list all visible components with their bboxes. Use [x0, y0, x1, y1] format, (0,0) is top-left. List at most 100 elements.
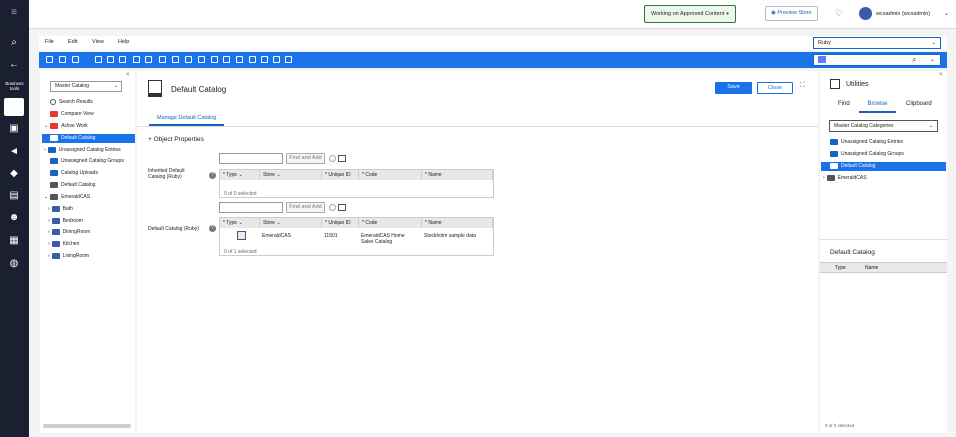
preview-store-button[interactable]: ◉ Preview Store	[765, 6, 818, 21]
table-icon[interactable]	[338, 204, 346, 211]
col-unique-id[interactable]: * Unique ID	[322, 218, 359, 228]
section-header[interactable]: + Object Properties	[148, 136, 204, 143]
heart-icon[interactable]: ♡	[835, 8, 843, 19]
col-type[interactable]: Type	[835, 265, 846, 271]
close-button[interactable]: Close	[757, 82, 793, 94]
col-code[interactable]: * Code	[359, 170, 422, 180]
tree-search-results[interactable]: Search Results	[50, 98, 93, 107]
catalog-tool-icon[interactable]	[4, 98, 24, 116]
calendar-icon[interactable]	[172, 56, 179, 63]
chevron-down-icon: ⌄	[44, 194, 49, 200]
copy-icon[interactable]	[107, 56, 114, 63]
grid-icon[interactable]	[261, 56, 268, 63]
folder-icon	[50, 157, 58, 164]
megaphone-icon[interactable]: ◄	[6, 145, 22, 159]
user-name[interactable]: wcsadmin (wcsadmin)	[876, 11, 930, 17]
tree-compare-view[interactable]: Compare View	[50, 110, 94, 119]
back-arrow-icon[interactable]: ←	[6, 58, 22, 72]
tree-default-catalog-selected[interactable]: Default Catalog	[42, 134, 135, 143]
menu-edit[interactable]: Edit	[68, 39, 77, 45]
clipboard-icon[interactable]: ▣	[6, 122, 22, 136]
panel-icon[interactable]	[285, 56, 292, 63]
toolbar-search-input[interactable]: ⌕ ⌄	[813, 54, 941, 66]
menu-file[interactable]: File	[45, 39, 54, 45]
menu-view[interactable]: View	[92, 39, 104, 45]
back-icon[interactable]	[46, 56, 53, 63]
browse-item-emeraldcas[interactable]: › EmeraldCAS	[823, 174, 867, 183]
find-input-2[interactable]	[219, 202, 283, 213]
add-icon[interactable]	[329, 204, 336, 211]
grid-footer: 0 of 1 selected	[224, 249, 257, 255]
col-store[interactable]: Store ⌄	[260, 170, 322, 180]
globe-icon[interactable]	[145, 56, 152, 63]
table-icon[interactable]	[338, 155, 346, 162]
tree-catalog-uploads[interactable]: Catalog Uploads	[50, 169, 98, 178]
store-icon[interactable]: ▦	[6, 234, 22, 248]
target-icon[interactable]	[133, 56, 140, 63]
close-icon[interactable]: ×	[939, 72, 943, 78]
help-icon[interactable]: ?	[209, 225, 216, 232]
tab-manage-default-catalog[interactable]: Manage Default Catalog	[149, 111, 225, 126]
chevron-down-icon[interactable]: ⌄	[930, 56, 935, 63]
edit-icon[interactable]	[236, 56, 243, 63]
new-icon[interactable]	[72, 56, 79, 63]
help-icon[interactable]: ?	[209, 172, 216, 179]
filter-icon[interactable]	[185, 56, 192, 63]
forward-icon[interactable]	[59, 56, 66, 63]
globe-icon[interactable]: ◍	[6, 257, 22, 271]
col-name[interactable]: Name	[865, 265, 878, 271]
save-icon[interactable]	[95, 56, 102, 63]
col-type[interactable]: * Type ⌄	[220, 170, 260, 180]
tag-icon[interactable]: ◆	[6, 167, 22, 181]
store-select[interactable]: Ruby ⌄	[813, 37, 941, 49]
find-and-add-button-2[interactable]: Find and Add	[286, 202, 325, 213]
tree-bath[interactable]: › Bath	[48, 205, 73, 214]
save-button[interactable]: Save	[715, 82, 752, 94]
menu-help[interactable]: Help	[118, 39, 129, 45]
tree-bedroom[interactable]: › Bedroom	[48, 217, 83, 226]
tree-diningroom[interactable]: › DiningRoom	[48, 228, 90, 237]
working-status-badge[interactable]: Working on Approved Content ●	[644, 5, 737, 23]
tree-unassigned-groups[interactable]: Unassigned Catalog Groups	[50, 157, 124, 166]
browse-select[interactable]: Master Catalog Categories ⌄	[829, 120, 938, 132]
browse-item-unassigned-entries[interactable]: Unassigned Catalog Entries	[830, 138, 903, 147]
col-name[interactable]: * Name	[422, 218, 493, 228]
tab-find[interactable]: Find	[838, 101, 850, 107]
document-icon[interactable]: ▤	[6, 189, 22, 203]
zoom-icon[interactable]	[223, 56, 230, 63]
tab-browse[interactable]: Browse	[859, 98, 896, 113]
find-and-add-button-1[interactable]: Find and Add	[286, 153, 325, 164]
tree-kitchen[interactable]: › Kitchen	[48, 240, 79, 249]
horizontal-scrollbar[interactable]	[43, 424, 131, 428]
folder-icon	[47, 146, 56, 153]
tree-active-work[interactable]: ⌄ Active Work	[44, 122, 88, 131]
catalog-select[interactable]: Master Catalog ⌄	[50, 81, 122, 92]
layout-icon[interactable]	[273, 56, 280, 63]
col-unique-id[interactable]: * Unique ID	[322, 170, 359, 180]
expand-icon[interactable]: ⛶	[800, 82, 805, 90]
tree-default-catalog[interactable]: Default Catalog	[50, 181, 95, 190]
avatar[interactable]	[859, 7, 872, 20]
col-name[interactable]: * Name	[422, 170, 493, 180]
col-store[interactable]: Store ⌄	[260, 218, 322, 228]
search-icon[interactable]: ⌕	[6, 36, 22, 50]
users-icon[interactable]: ☻	[6, 211, 22, 225]
refresh-icon[interactable]	[119, 56, 126, 63]
sort-icon[interactable]	[211, 56, 218, 63]
browse-item-default-catalog[interactable]: Default Catalog	[821, 162, 946, 171]
tree-unassigned-entries[interactable]: › Unassigned Catalog Entries	[44, 146, 121, 155]
close-icon[interactable]: ×	[126, 72, 130, 78]
col-type[interactable]: * Type ⌄	[220, 218, 260, 228]
tree-livingroom[interactable]: › LivingRoom	[48, 252, 89, 261]
find-input-1[interactable]	[219, 153, 283, 164]
chevron-down-icon[interactable]: ⌄	[944, 10, 949, 17]
tree-emeraldcas[interactable]: ⌄ EmeraldCAS	[44, 193, 90, 202]
search-icon[interactable]: ⌕	[912, 55, 916, 65]
tab-clipboard[interactable]: Clipboard	[906, 101, 932, 107]
browse-item-unassigned-groups[interactable]: Unassigned Catalog Groups	[830, 150, 904, 159]
monitor-icon[interactable]	[159, 56, 166, 63]
col-code[interactable]: * Code	[359, 218, 422, 228]
add-icon[interactable]	[329, 155, 336, 162]
list-icon[interactable]	[249, 56, 256, 63]
clock-icon[interactable]	[198, 56, 205, 63]
